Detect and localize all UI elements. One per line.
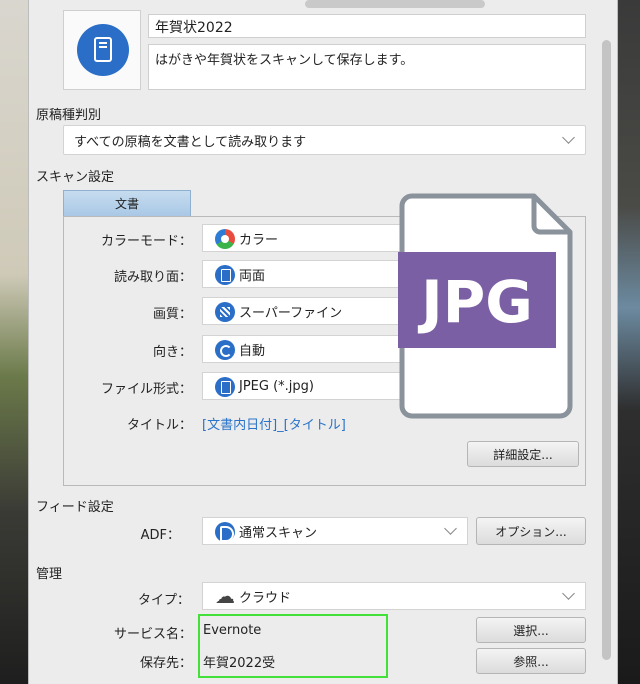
file-format-icon bbox=[215, 377, 235, 397]
color-mode-select[interactable]: カラー bbox=[202, 224, 402, 252]
chevron-down-icon bbox=[444, 522, 457, 535]
type-select[interactable]: クラウド bbox=[202, 582, 586, 610]
scan-side-value: 両面 bbox=[239, 268, 266, 284]
orientation-value: 自動 bbox=[239, 343, 266, 359]
title-label: タイトル： bbox=[126, 418, 192, 433]
orientation-select[interactable]: 自動 bbox=[202, 335, 402, 363]
quality-icon bbox=[215, 302, 235, 322]
chevron-down-icon bbox=[562, 587, 575, 600]
file-format-value: JPEG (*.jpg) bbox=[239, 378, 314, 394]
profile-icon-button[interactable] bbox=[63, 10, 141, 90]
feed-icon bbox=[215, 522, 235, 542]
orientation-label: 向き： bbox=[152, 345, 192, 360]
type-value: クラウド bbox=[239, 590, 292, 606]
document-type-select[interactable]: すべての原稿を文書として読み取ります bbox=[63, 125, 586, 155]
color-mode-value: カラー bbox=[239, 232, 279, 248]
adf-value: 通常スキャン bbox=[239, 525, 318, 541]
scan-side-label: 読み取り面： bbox=[113, 270, 192, 285]
color-icon bbox=[215, 229, 235, 249]
document-type-label: 原稿種判別 bbox=[36, 108, 102, 123]
quality-value: スーパーファイン bbox=[239, 305, 343, 321]
color-mode-label: カラーモード： bbox=[100, 234, 192, 249]
background-left bbox=[0, 0, 30, 684]
feed-settings-label: フィード設定 bbox=[36, 500, 114, 515]
profile-name-field[interactable]: 年賀状2022 bbox=[148, 14, 586, 38]
save-location-label: 保存先： bbox=[139, 656, 192, 671]
select-button[interactable]: 選択... bbox=[476, 617, 586, 643]
chevron-down-icon bbox=[562, 131, 575, 144]
rotate-icon bbox=[215, 340, 235, 360]
management-label: 管理 bbox=[36, 567, 63, 582]
highlight-box bbox=[198, 614, 388, 678]
type-label: タイプ： bbox=[137, 593, 190, 608]
adf-label: ADF： bbox=[140, 528, 180, 543]
file-format-label: ファイル形式： bbox=[100, 382, 192, 397]
service-name-label: サービス名： bbox=[113, 627, 192, 642]
profile-description-field[interactable]: はがきや年賀状をスキャンして保存します。 bbox=[148, 44, 586, 90]
scan-side-select[interactable]: 両面 bbox=[202, 260, 402, 288]
horizontal-scrollbar[interactable] bbox=[305, 0, 485, 8]
jpg-text: JPG bbox=[417, 268, 533, 336]
document-icon bbox=[77, 24, 129, 76]
quality-label: 画質： bbox=[152, 307, 192, 322]
options-button[interactable]: オプション... bbox=[476, 517, 586, 545]
file-format-select[interactable]: JPEG (*.jpg) bbox=[202, 372, 402, 400]
duplex-icon bbox=[215, 265, 235, 285]
tab-document[interactable]: 文書 bbox=[63, 190, 191, 216]
vertical-scrollbar[interactable] bbox=[602, 40, 611, 660]
scan-settings-label: スキャン設定 bbox=[36, 170, 115, 185]
document-type-value: すべての原稿を文書として読み取ります bbox=[74, 134, 307, 150]
title-template-link[interactable]: [文書内日付]_[タイトル] bbox=[202, 414, 346, 433]
detail-settings-button[interactable]: 詳細設定... bbox=[467, 441, 579, 467]
browse-button[interactable]: 参照... bbox=[476, 648, 586, 674]
adf-select[interactable]: 通常スキャン bbox=[202, 517, 468, 545]
cloud-icon bbox=[215, 585, 235, 607]
jpg-file-icon: JPG bbox=[398, 190, 580, 420]
quality-select[interactable]: スーパーファイン bbox=[202, 297, 402, 325]
